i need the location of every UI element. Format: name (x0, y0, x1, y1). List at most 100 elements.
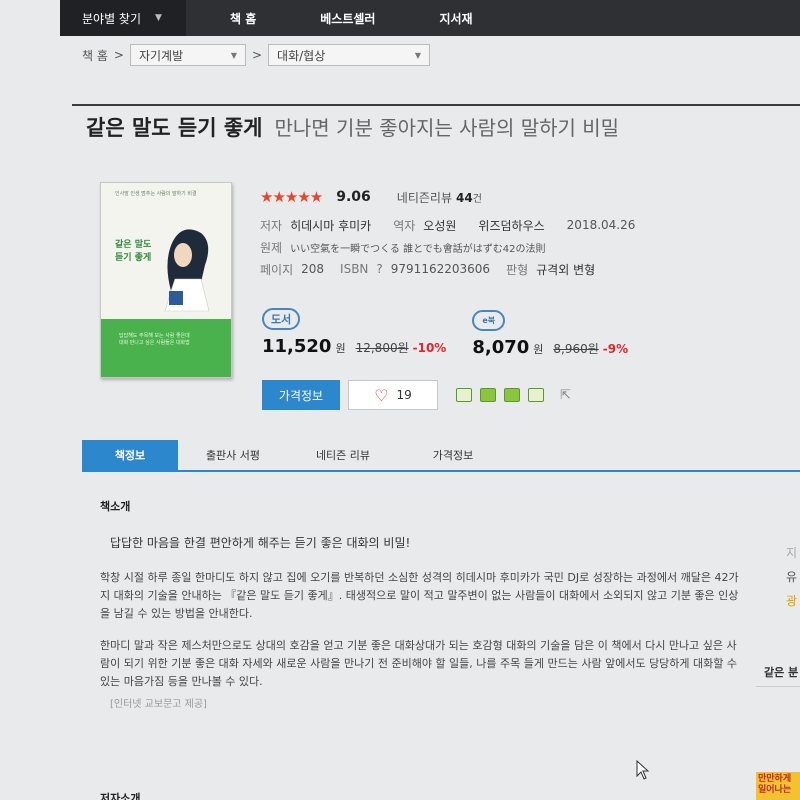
paper-discount: -10% (412, 341, 447, 355)
breadcrumb-separator-icon: > (113, 48, 124, 62)
chevron-down-icon: ▼ (155, 13, 162, 23)
book-title-block: 같은 말도 듣기 좋게 만나면 기분 좋아지는 사람의 말하기 비밀 (86, 112, 619, 142)
tab-book-info[interactable]: 책정보 (82, 440, 178, 470)
review-unit: 건 (472, 193, 482, 205)
paper-price-unit: 원 (335, 342, 346, 355)
menu-book-home[interactable]: 책 홈 (230, 10, 256, 27)
description-paragraph-1: 학창 시절 하루 종일 한마디도 하지 않고 집에 오기를 반복하던 소심한 성… (100, 571, 739, 620)
spec-row: 페이지 208 ISBN ? 9791162203606 판형 규격외 변형 (260, 258, 635, 280)
ebook-original-price: 8,960원 (553, 342, 599, 356)
category-select-level1[interactable]: 자기계발 ▼ (129, 44, 246, 66)
original-title-label: 원제 (260, 240, 283, 255)
category-label: 분야별 찾기 (82, 11, 142, 26)
isbn-help-icon[interactable]: ? (376, 262, 382, 276)
category-menu-button[interactable]: 분야별 찾기 ▼ (60, 0, 186, 36)
translator-link[interactable]: 오성원 (423, 217, 456, 234)
cover-green-band (101, 319, 231, 377)
price-info-button[interactable]: 가격정보 (262, 380, 340, 410)
top-nav: 분야별 찾기 ▼ 책 홈 베스트셀러 지서재 (60, 0, 800, 36)
description-paragraph-2: 한마디 말과 작은 제스처만으로도 상대의 호감을 얻고 기분 좋은 대화상대가… (100, 639, 738, 688)
rating-score: 9.06 (336, 189, 371, 205)
isbn-label: ISBN (340, 262, 369, 276)
isbn-value: 9791162203606 (390, 262, 491, 276)
share-link-icon[interactable]: ⇱ (560, 388, 571, 403)
tab-price-info[interactable]: 가격정보 (398, 440, 508, 470)
cover-title: 같은 말도 듣기 좋게 (115, 239, 151, 265)
like-count: 19 (396, 388, 412, 402)
source-note: [인터넷 교보문고 제공] (110, 699, 207, 710)
sidebar-ad-banner[interactable]: 만만하게 일어나는 (756, 772, 800, 800)
paper-price-box[interactable]: 도서 11,520 원 12,800원 -10% (262, 308, 446, 358)
like-button[interactable]: ♡ 19 (348, 380, 438, 410)
book-meta: ★★★★★ 9.06 네티즌리뷰 44건 저자 히데시마 후미카 역자 오성원 … (260, 186, 635, 280)
paper-badge: 도서 (262, 308, 301, 330)
cover-top-text: 인사말 인생 멈추는 사람의 말하기 비결 (115, 191, 197, 197)
right-sidebar: 지 유 광 같은 분 만만하게 일어나는 (756, 420, 800, 800)
intro-text: 답답한 마음을 한결 편안하게 해주는 듣기 좋은 대화의 비밀! (110, 536, 411, 550)
breadcrumb-home[interactable]: 책 홈 (82, 47, 108, 64)
cover-title-line2: 듣기 좋게 (115, 253, 152, 263)
heart-icon: ♡ (374, 385, 389, 405)
tab-publisher-review[interactable]: 출판사 서평 (178, 440, 288, 470)
book-subtitle: 만나면 기분 좋아지는 사람의 말하기 비밀 (274, 116, 620, 140)
original-title-row: 원제 いい空氣を一瞬でつくる 誰とでも會話がはずむ42の法則 (260, 236, 635, 258)
share-blog-icon[interactable] (456, 388, 472, 402)
sidebar-text-3: 광 (786, 594, 798, 608)
menu-my-library[interactable]: 지서재 (439, 10, 472, 27)
paper-original-price: 12,800원 (355, 341, 409, 355)
cover-band-text: 답답해도 주목해 보는 사람 좋은데 대화 만나고 싶은 사람들은 대화법 (119, 333, 190, 347)
review-count-group[interactable]: 44건 (456, 190, 482, 205)
breadcrumb-separator-icon: > (251, 48, 263, 62)
rating-stars: ★★★★★ (260, 188, 323, 206)
rating-row: ★★★★★ 9.06 네티즌리뷰 44건 (260, 186, 635, 208)
menu-bestseller[interactable]: 베스트셀러 (320, 10, 375, 27)
ebook-discount: -9% (602, 342, 629, 356)
mouse-cursor-icon (636, 760, 650, 780)
review-count: 44 (456, 190, 473, 205)
publisher-link[interactable]: 위즈덤하우스 (478, 217, 544, 234)
cover-band-text-2: 대화 만나고 싶은 사람들은 대화법 (119, 340, 190, 346)
format-label: 판형 (506, 262, 529, 277)
cover-title-line1: 같은 말도 (115, 240, 152, 250)
translator-label: 역자 (393, 218, 416, 233)
publish-date: 2018.04.26 (566, 218, 636, 232)
sidebar-divider (756, 686, 800, 687)
price-area: 도서 11,520 원 12,800원 -10% e북 8,070 원 8,96… (262, 308, 628, 358)
author-row: 저자 히데시마 후미카 역자 오성원 위즈덤하우스 2018.04.26 (260, 214, 635, 236)
paper-price: 11,520 (262, 336, 332, 357)
share-band-icon[interactable] (504, 388, 520, 402)
format-value: 규격외 변형 (536, 262, 596, 277)
sidebar-text-1: 지 (786, 546, 798, 560)
ebook-price-line: 8,070 원 8,960원 -9% (472, 337, 628, 358)
pages-value: 208 (301, 262, 325, 276)
tab-netizen-review[interactable]: 네티즌 리뷰 (288, 440, 398, 470)
ebook-price-box[interactable]: e북 8,070 원 8,960원 -9% (472, 308, 628, 358)
pages-label: 페이지 (260, 262, 294, 277)
author-link[interactable]: 히데시마 후미카 (290, 217, 371, 234)
ebook-badge: e북 (472, 310, 506, 331)
category-select-level2[interactable]: 대화/협상 ▼ (268, 44, 431, 66)
dropdown-arrow-icon: ▼ (414, 50, 422, 60)
category-select-level1-value: 자기계발 (138, 48, 184, 63)
book-title: 같은 말도 듣기 좋게 (86, 116, 263, 140)
sidebar-text-2: 유 (786, 570, 798, 584)
review-label[interactable]: 네티즌리뷰 (397, 189, 452, 206)
book-cover-image[interactable]: 인사말 인생 멈추는 사람의 말하기 비결 같은 말도 듣기 좋게 답답해도 주… (100, 182, 232, 378)
ebook-price: 8,070 (472, 337, 530, 358)
related-books-title: 같은 분 (764, 666, 799, 679)
share-post-icon[interactable] (528, 388, 544, 402)
share-cafe-icon[interactable] (480, 388, 496, 402)
main-menu: 책 홈 베스트셀러 지서재 (230, 10, 473, 27)
category-select-level2-value: 대화/협상 (277, 48, 326, 63)
detail-tabs: 책정보 출판사 서평 네티즌 리뷰 가격정보 (82, 440, 800, 472)
dropdown-arrow-icon: ▼ (230, 50, 237, 60)
section-title: 책소개 (100, 500, 131, 513)
breadcrumb: 책 홈 > 자기계발 ▼ > 대화/협상 ▼ (82, 44, 431, 66)
author-section-title: 저자소개 (100, 792, 141, 800)
ebook-price-unit: 원 (533, 343, 544, 356)
title-divider (72, 104, 800, 106)
action-bar: 가격정보 ♡ 19 ⇱ (262, 380, 571, 410)
cover-band-text-1: 답답해도 주목해 보는 사람 좋은데 (119, 333, 190, 339)
cover-illustration-icon (164, 229, 210, 312)
author-label: 저자 (260, 218, 283, 233)
